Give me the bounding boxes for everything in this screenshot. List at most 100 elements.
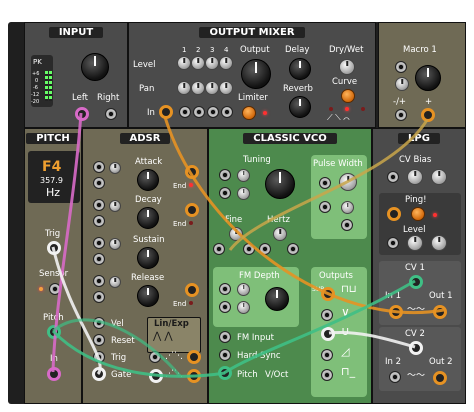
trig-jack[interactable] bbox=[93, 351, 105, 363]
fm-input-jack[interactable] bbox=[219, 331, 231, 343]
output-knob[interactable] bbox=[241, 59, 271, 89]
level-knob-3[interactable] bbox=[205, 56, 219, 70]
fine-knob[interactable] bbox=[229, 227, 243, 241]
reverb-knob[interactable] bbox=[289, 96, 311, 118]
lpg-level-knob[interactable] bbox=[407, 235, 423, 251]
fm-cv-jack[interactable] bbox=[219, 283, 231, 295]
tuning-cv-knob[interactable] bbox=[237, 169, 250, 182]
adsr-out-jack-2[interactable] bbox=[187, 350, 201, 364]
release-cv2-jack[interactable] bbox=[93, 291, 105, 303]
mixer-in-jack-4[interactable] bbox=[207, 106, 219, 118]
cv1-jack[interactable] bbox=[409, 275, 423, 289]
sustain-knob[interactable] bbox=[137, 247, 159, 269]
limiter-button[interactable] bbox=[242, 106, 256, 120]
tuning-cv2-jack[interactable] bbox=[219, 187, 231, 199]
lpg-level-knob-2[interactable] bbox=[431, 235, 447, 251]
sine-out-jack[interactable] bbox=[321, 327, 335, 341]
mixer-in-jack-1[interactable] bbox=[159, 105, 173, 119]
pw-cv3-jack[interactable] bbox=[341, 219, 353, 231]
input-gain-knob[interactable] bbox=[81, 53, 109, 81]
attack-cv-knob[interactable] bbox=[109, 162, 121, 174]
fm-cv2-jack[interactable] bbox=[219, 301, 231, 313]
fine-cv-jack[interactable] bbox=[213, 243, 225, 255]
triangle-out-jack[interactable] bbox=[321, 309, 333, 321]
release-end-jack[interactable] bbox=[185, 283, 199, 297]
in1-jack[interactable] bbox=[389, 305, 403, 319]
macro-cv-jack[interactable] bbox=[395, 61, 407, 73]
in2-jack[interactable] bbox=[389, 371, 401, 383]
hertz-knob[interactable] bbox=[273, 227, 287, 241]
hertz-cv-jack[interactable] bbox=[259, 243, 271, 255]
pitch-sensor-jack[interactable] bbox=[49, 283, 61, 295]
hard-sync-jack[interactable] bbox=[219, 349, 231, 361]
ping-jack[interactable] bbox=[387, 207, 401, 221]
fm-depth-knob[interactable] bbox=[265, 287, 289, 311]
pan-knob-3[interactable] bbox=[205, 81, 219, 95]
sustain-cv2-jack[interactable] bbox=[93, 253, 105, 265]
decay-knob[interactable] bbox=[137, 207, 159, 229]
pitch-out-jack[interactable] bbox=[47, 325, 61, 339]
cv-bias-knob-2[interactable] bbox=[431, 169, 447, 185]
mixer-in-jack-5[interactable] bbox=[221, 106, 233, 118]
pw-cv-jack[interactable] bbox=[319, 177, 331, 189]
gate-jack[interactable] bbox=[92, 367, 106, 381]
macro-knob[interactable] bbox=[415, 65, 441, 91]
out2-jack[interactable] bbox=[433, 371, 447, 385]
level-knob-2[interactable] bbox=[191, 56, 205, 70]
mixer-in-jack-2[interactable] bbox=[179, 106, 191, 118]
fine-cv2-jack[interactable] bbox=[243, 243, 255, 255]
hertz-cv2-jack[interactable] bbox=[287, 243, 299, 255]
attack-cv-jack[interactable] bbox=[93, 161, 105, 173]
fm-cv-knob[interactable] bbox=[237, 283, 250, 296]
attack-knob[interactable] bbox=[137, 169, 159, 191]
out1-jack[interactable] bbox=[433, 305, 447, 319]
release-knob[interactable] bbox=[137, 285, 159, 307]
level-knob-4[interactable] bbox=[219, 56, 233, 70]
macro-out-jack-1[interactable] bbox=[395, 109, 407, 121]
pulse-out-jack[interactable] bbox=[321, 369, 333, 381]
tuning-knob[interactable] bbox=[265, 169, 295, 199]
sustain-cv-knob[interactable] bbox=[109, 238, 121, 250]
pitch-in-jack[interactable] bbox=[47, 367, 61, 381]
sub-out-jack[interactable] bbox=[321, 287, 335, 301]
decay-cv-knob[interactable] bbox=[109, 200, 121, 212]
input-left-jack[interactable] bbox=[75, 107, 89, 121]
pan-knob-2[interactable] bbox=[191, 81, 205, 95]
cv-bias-knob[interactable] bbox=[407, 169, 423, 185]
adsr-out-jack-1[interactable] bbox=[149, 351, 161, 363]
pan-knob-1[interactable] bbox=[177, 81, 191, 95]
pitch-trig-jack[interactable] bbox=[47, 241, 61, 255]
decay-cv2-jack[interactable] bbox=[93, 215, 105, 227]
pw-cv2-jack[interactable] bbox=[319, 201, 331, 213]
pan-knob-4[interactable] bbox=[219, 81, 233, 95]
cv2-jack[interactable] bbox=[409, 341, 423, 355]
curve-button[interactable] bbox=[341, 89, 355, 103]
release-cv-knob[interactable] bbox=[109, 276, 121, 288]
decay-end-jack[interactable] bbox=[185, 203, 199, 217]
vco-pitch-jack[interactable] bbox=[218, 366, 232, 380]
cv-bias-jack[interactable] bbox=[387, 171, 399, 183]
drywet-knob[interactable] bbox=[339, 59, 355, 75]
vel-jack[interactable] bbox=[93, 317, 105, 329]
macro-attenuverter-knob[interactable] bbox=[395, 77, 409, 91]
decay-cv-jack[interactable] bbox=[93, 199, 105, 211]
mixer-in-jack-3[interactable] bbox=[193, 106, 205, 118]
pw-cv2-knob[interactable] bbox=[341, 201, 354, 214]
attack-end-jack[interactable] bbox=[185, 165, 199, 179]
delay-knob[interactable] bbox=[289, 58, 311, 80]
release-cv-jack[interactable] bbox=[93, 275, 105, 287]
attack-cv2-jack[interactable] bbox=[93, 177, 105, 189]
sustain-cv-jack[interactable] bbox=[93, 237, 105, 249]
lpg-level-jack[interactable] bbox=[387, 237, 399, 249]
tuning-cv-jack[interactable] bbox=[219, 169, 231, 181]
pulse-width-knob[interactable] bbox=[339, 173, 357, 191]
adsr-out-jack-4[interactable] bbox=[187, 369, 201, 383]
ping-button[interactable] bbox=[411, 207, 425, 221]
fm-cv2-knob[interactable] bbox=[237, 301, 250, 314]
input-right-jack[interactable] bbox=[105, 108, 117, 120]
level-knob-1[interactable] bbox=[177, 56, 191, 70]
macro-out-jack-2[interactable] bbox=[421, 108, 435, 122]
adsr-out-jack-3[interactable] bbox=[149, 369, 163, 383]
reset-jack[interactable] bbox=[93, 334, 105, 346]
tuning-cv2-knob[interactable] bbox=[237, 187, 250, 200]
